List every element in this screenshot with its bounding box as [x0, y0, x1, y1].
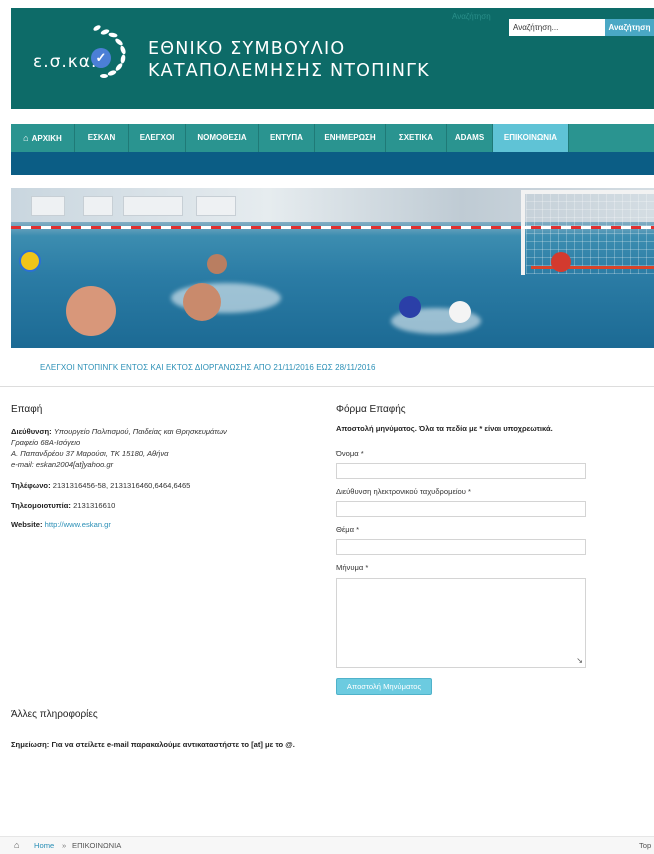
breadcrumb-separator: »: [62, 841, 67, 850]
address-line4: e-mail: eskan2004[at]yahoo.gr: [11, 460, 114, 469]
message-field[interactable]: ↘: [336, 578, 586, 668]
main-nav: ⌂ ΑΡΧΙΚΗ ΕΣΚΑΝ ΕΛΕΓΧΟΙ ΝΟΜΟΘΕΣΙΑ ΕΝΤΥΠΑ Ε…: [11, 124, 654, 152]
hero-player: [449, 301, 471, 323]
name-field[interactable]: [336, 463, 586, 479]
other-info-heading: Άλλες πληροφορίες: [11, 709, 98, 720]
nav-item-home[interactable]: ⌂ ΑΡΧΙΚΗ: [11, 124, 75, 152]
nav-item-contact[interactable]: ΕΠΙΚΟΙΝΩΝΙΑ: [493, 124, 569, 152]
site-title[interactable]: ΕΘΝΙΚΟ ΣΥΜΒΟΥΛΙΟ ΚΑΤΑΠΟΛΕΜΗΣΗΣ ΝΤΟΠΙΝΓΚ: [148, 38, 430, 82]
search-button[interactable]: Αναζήτηση: [605, 19, 654, 36]
hero-ball: [19, 250, 41, 272]
logo-text[interactable]: ε.σ.κα.: [33, 52, 97, 72]
nav-item-forms[interactable]: ΕΝΤΥΠΑ: [259, 124, 315, 152]
search-label: Αναζήτηση: [452, 12, 491, 21]
form-heading: Φόρμα Επαφής: [336, 404, 406, 415]
hero-player: [66, 286, 116, 336]
contact-heading: Επαφή: [11, 404, 43, 415]
home-icon: ⌂: [23, 133, 29, 143]
resize-handle-icon[interactable]: ↘: [576, 656, 583, 665]
site-title-line1: ΕΘΝΙΚΟ ΣΥΜΒΟΥΛΙΟ: [148, 39, 346, 59]
email-label: Διεύθυνση ηλεκτρονικού ταχυδρομείου *: [336, 487, 471, 496]
nav-item-adams[interactable]: ADAMS: [447, 124, 493, 152]
check-icon: ✓: [91, 48, 111, 68]
hero-lane-rope: [11, 226, 654, 229]
hero-ad-board: [83, 196, 113, 216]
divider: [0, 386, 654, 387]
send-message-button[interactable]: Αποστολή Μηνύματος: [336, 678, 432, 695]
contact-address: Διεύθυνση: Υπουργείο Πολιτισμού, Παιδεία…: [11, 426, 227, 470]
hero-player: [551, 252, 571, 272]
nav-item-related[interactable]: ΣΧΕΤΙΚΑ: [386, 124, 447, 152]
address-line1: Υπουργείο Πολιτισμού, Παιδείας και Θρησκ…: [53, 427, 227, 436]
fax-label: Τηλεομοιοτυπία:: [11, 501, 71, 510]
hero-goal: [521, 190, 654, 275]
nav-item-news[interactable]: ΕΝΗΜΕΡΩΣΗ: [315, 124, 386, 152]
phone-value: 2131316456-58, 2131316460,6464,6465: [52, 481, 191, 490]
subject-label: Θέμα *: [336, 525, 360, 534]
breadcrumb-home-link[interactable]: Home: [34, 841, 54, 850]
form-intro: Αποστολή μηνύματος. Όλα τα πεδία με * εί…: [336, 424, 553, 433]
hero-player: [399, 296, 421, 318]
contact-fax: Τηλεομοιοτυπία: 2131316610: [11, 501, 115, 510]
site-title-line2: ΚΑΤΑΠΟΛΕΜΗΣΗΣ ΝΤΟΠΙΝΓΚ: [148, 61, 430, 81]
hero-player: [183, 283, 221, 321]
nav-item-eskan[interactable]: ΕΣΚΑΝ: [75, 124, 129, 152]
nav-item-controls[interactable]: ΕΛΕΓΧΟΙ: [129, 124, 186, 152]
subject-field[interactable]: [336, 539, 586, 555]
breadcrumb: ⌂ Home » ΕΠΙΚΟΙΝΩΝΙΑ Top: [0, 836, 654, 854]
hero-image-water-polo: [11, 188, 654, 348]
hero-ad-board: [123, 196, 183, 216]
fax-value: 2131316610: [73, 501, 116, 510]
email-field[interactable]: [336, 501, 586, 517]
hero-ad-board: [31, 196, 65, 216]
email-note: Σημείωση: Για να στείλετε e-mail παρακαλ…: [11, 740, 295, 749]
hero-player: [207, 254, 227, 274]
address-line3: Α. Παπανδρέου 37 Μαρούσι, ΤΚ 15180, Αθήν…: [11, 449, 169, 458]
website-label: Website:: [11, 520, 43, 529]
hero-lane-rope: [531, 266, 654, 269]
home-icon[interactable]: ⌂: [14, 840, 19, 850]
breadcrumb-current: ΕΠΙΚΟΙΝΩΝΙΑ: [72, 841, 122, 850]
contact-website: Website: http://www.eskan.gr: [11, 520, 111, 529]
search-input[interactable]: [509, 19, 605, 36]
phone-label: Τηλέφωνο:: [11, 481, 51, 490]
nav-label: ΑΡΧΙΚΗ: [31, 134, 62, 143]
hero-ad-board: [196, 196, 236, 216]
address-line2: Γραφείο 68Α-Ισόγειο: [11, 438, 81, 447]
message-label: Μήνυμα *: [336, 563, 369, 572]
announcement-link[interactable]: ΕΛΕΓΧΟΙ ΝΤΟΠΙΝΓΚ ΕΝΤΟΣ ΚΑΙ ΕΚΤΟΣ ΔΙΟΡΓΑΝ…: [40, 363, 376, 372]
sub-nav-bar: [11, 152, 654, 175]
address-label: Διεύθυνση:: [11, 427, 52, 436]
website-link[interactable]: http://www.eskan.gr: [45, 520, 111, 529]
nav-item-legislation[interactable]: ΝΟΜΟΘΕΣΙΑ: [186, 124, 259, 152]
contact-phone: Τηλέφωνο: 2131316456-58, 2131316460,6464…: [11, 481, 190, 490]
name-label: Όνομα *: [336, 449, 364, 458]
back-to-top-link[interactable]: Top: [639, 841, 651, 850]
